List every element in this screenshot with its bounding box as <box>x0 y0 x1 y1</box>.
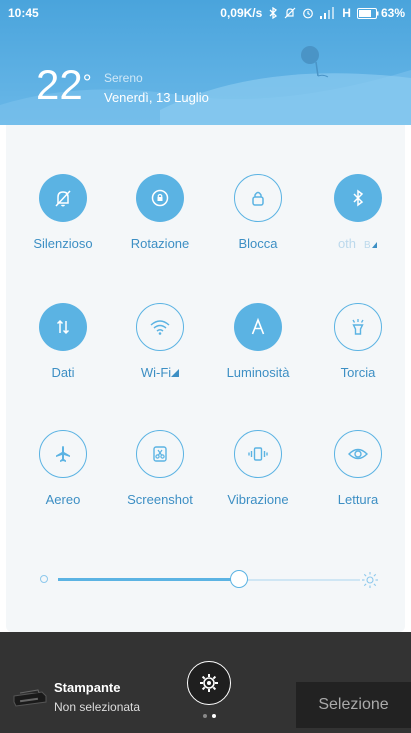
page-indicator <box>203 714 216 718</box>
toggle-flashlight[interactable]: Torcia <box>308 303 408 380</box>
weather-condition: Sereno <box>104 71 143 85</box>
toggle-label: Rotazione <box>130 236 190 251</box>
toggle-label: Torcia <box>340 365 376 380</box>
reading-mode-toggle-button[interactable] <box>334 430 382 478</box>
toggle-data[interactable]: Dati <box>13 303 113 380</box>
signal-icon <box>320 7 335 19</box>
weather-header: 10:45 0,09K/s H 63% 22° Sereno Venerdì, … <box>0 0 411 125</box>
toggle-bluetooth[interactable]: oth B <box>308 174 408 251</box>
vibration-icon <box>248 447 268 461</box>
battery-icon <box>356 7 379 19</box>
vibration-toggle-button[interactable] <box>234 430 282 478</box>
toggle-label: Dati <box>51 365 75 380</box>
toggle-label: Luminosità <box>226 365 290 380</box>
brightness-slider[interactable] <box>40 570 380 590</box>
wifi-toggle-button[interactable] <box>136 303 184 351</box>
flashlight-toggle-button[interactable] <box>334 303 382 351</box>
silent-toggle-button[interactable] <box>39 174 87 222</box>
bluetooth-icon <box>269 7 278 19</box>
slider-fill <box>58 578 240 581</box>
toggle-label: Aereo <box>45 492 81 507</box>
toggle-label: Vibrazione <box>227 492 289 507</box>
toggle-label: Blocca <box>238 236 278 251</box>
bluetooth-icon <box>353 189 364 207</box>
gear-icon <box>200 674 218 692</box>
select-printer-button[interactable]: Selezione <box>296 682 411 728</box>
toggle-label: Silenzioso <box>33 236 93 251</box>
page-dot-active <box>212 714 216 718</box>
mute-bell-icon <box>55 190 71 207</box>
page-dot <box>203 714 207 718</box>
wifi-icon <box>150 320 170 335</box>
weather-date: Venerdì, 13 Luglio <box>104 90 209 105</box>
brightness-high-icon <box>362 572 378 588</box>
status-time: 10:45 <box>8 6 39 20</box>
screenshot-icon <box>153 446 167 462</box>
screenshot-toggle-button[interactable] <box>136 430 184 478</box>
slider-thumb[interactable] <box>230 570 249 588</box>
toggle-silent[interactable]: Silenzioso <box>13 174 113 251</box>
toggle-label: Screenshot <box>127 492 193 507</box>
alarm-icon <box>303 8 314 19</box>
settings-button[interactable] <box>187 661 231 705</box>
bluetooth-label-text: oth <box>337 236 357 251</box>
printer-status: Non selezionata <box>54 700 141 714</box>
svg-text:B: B <box>364 240 371 249</box>
printer-icon <box>13 689 47 707</box>
expand-indicator-icon <box>171 369 180 377</box>
network-speed: 0,09K/s <box>220 6 263 20</box>
toggle-wifi[interactable]: Wi-Fi <box>110 303 210 380</box>
status-bar: 10:45 0,09K/s H 63% <box>0 0 411 24</box>
temperature-value: 22 <box>36 61 83 108</box>
toggle-brightness[interactable]: Luminosità <box>208 303 308 380</box>
data-toggle-button[interactable] <box>39 303 87 351</box>
mute-icon <box>284 7 296 19</box>
bluetooth-toggle-button[interactable] <box>334 174 382 222</box>
brightness-low-icon <box>40 575 48 583</box>
toggle-airplane[interactable]: Aereo <box>13 430 113 507</box>
airplane-toggle-button[interactable] <box>39 430 87 478</box>
toggle-rotation[interactable]: Rotazione <box>110 174 210 251</box>
rotation-toggle-button[interactable] <box>136 174 184 222</box>
auto-brightness-toggle-button[interactable] <box>234 303 282 351</box>
wifi-label-text: Wi-Fi <box>140 365 172 380</box>
toggle-vibration[interactable]: Vibrazione <box>208 430 308 507</box>
printer-title[interactable]: Stampante <box>54 680 120 695</box>
auto-brightness-icon <box>251 317 265 335</box>
toggle-label: Lettura <box>337 492 379 507</box>
battery-indicator: 63% <box>356 6 405 20</box>
expand-indicator-icon: B <box>364 240 378 249</box>
battery-percent: 63% <box>380 6 405 20</box>
lock-toggle-button[interactable] <box>234 174 282 222</box>
data-icon <box>56 319 70 335</box>
toggle-label: Wi-Fi <box>110 365 210 380</box>
lock-icon <box>252 191 264 206</box>
toggle-reading[interactable]: Lettura <box>308 430 408 507</box>
eye-icon <box>348 448 368 460</box>
toggle-screenshot[interactable]: Screenshot <box>110 430 210 507</box>
temperature: 22° <box>36 64 92 106</box>
toggle-lock[interactable]: Blocca <box>208 174 308 251</box>
airplane-icon <box>56 446 70 462</box>
degree-symbol: ° <box>82 70 92 95</box>
toggle-label: oth B <box>308 236 408 251</box>
rotation-lock-icon <box>151 189 169 207</box>
flashlight-icon <box>352 319 364 335</box>
network-type: H <box>342 6 351 20</box>
